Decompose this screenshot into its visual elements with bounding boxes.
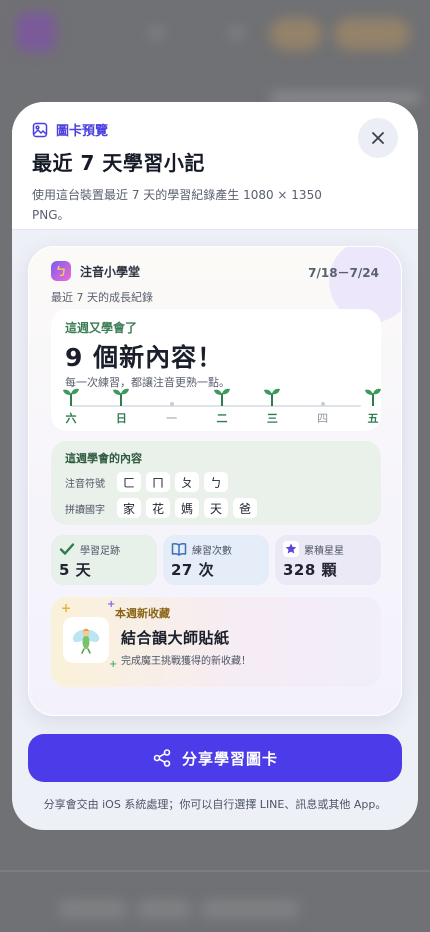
- modal-header: 圖卡預覽 最近 7 天學習小記 使用這台裝置最近 7 天的學習紀錄產生 1080…: [12, 102, 418, 230]
- share-card-button[interactable]: 分享學習圖卡: [28, 734, 402, 782]
- zhuyin-tile: ㄈ: [117, 472, 141, 492]
- background-tab: [136, 900, 192, 918]
- weekly-count: 9 個新內容！: [65, 343, 224, 372]
- date-range: 7/18－7/24: [308, 266, 379, 280]
- day-active: 五: [362, 387, 384, 426]
- star-icon: [283, 541, 299, 557]
- stat-value: 328 顆: [283, 561, 338, 579]
- hanzi-label: 拼讀國字: [65, 504, 105, 516]
- stat-total-stars: 累積星星 328 顆: [275, 535, 381, 585]
- day-active: 三: [261, 387, 283, 426]
- day-label: 四: [317, 412, 329, 425]
- check-icon: [59, 543, 75, 555]
- background-nav-icon: [230, 28, 244, 38]
- collection-description: 完成魔王挑戰獲得的新收藏！: [121, 656, 251, 667]
- hanzi-tile: 爸: [233, 498, 257, 518]
- zhuyin-tile: ㄆ: [175, 472, 199, 492]
- app-name: 注音小學堂: [80, 264, 141, 279]
- share-button-label: 分享學習圖卡: [181, 749, 278, 768]
- learned-content: 這週學會的內容 注音符號 ㄈ ㄇ ㄆ ㄅ 拼讀國字 家 花 媽 天 爸: [51, 441, 381, 525]
- share-card-modal: 圖卡預覽 最近 7 天學習小記 使用這台裝置最近 7 天的學習紀錄產生 1080…: [12, 102, 418, 830]
- day-active: 六: [60, 387, 82, 426]
- day-label: 五: [367, 412, 379, 425]
- fairy-sticker-icon: [72, 628, 100, 654]
- background-badge: [270, 18, 322, 50]
- day-inactive: 一: [161, 387, 183, 426]
- day-inactive: 四: [312, 387, 334, 426]
- background-divider: [0, 870, 430, 872]
- day-active: 二: [211, 387, 233, 426]
- day-label: 三: [266, 412, 278, 425]
- sparkle-icon: +: [61, 601, 72, 615]
- stat-label: 學習足跡: [80, 545, 120, 557]
- learned-title: 這週學會的內容: [65, 452, 142, 465]
- eyebrow-label: 圖卡預覽: [56, 124, 109, 139]
- background-tab: [58, 900, 128, 918]
- hanzi-row: 拼讀國字 家 花 媽 天 爸: [65, 498, 367, 518]
- share-footnote: 分享會交由 iOS 系統處理；你可以自行選擇 LINE、訊息或其他 App。: [43, 798, 387, 811]
- day-label: 一: [166, 412, 178, 425]
- zhuyin-tile: ㄇ: [146, 472, 170, 492]
- zhuyin-tile: ㄅ: [204, 472, 228, 492]
- book-icon: [171, 543, 187, 556]
- day-active: 日: [110, 387, 132, 426]
- stat-value: 27 次: [171, 561, 215, 579]
- collection-name: 結合韻大師貼紙: [121, 629, 230, 647]
- sparkle-icon: +: [109, 659, 118, 670]
- day-label: 二: [216, 412, 228, 425]
- share-card-preview: ㄅ 注音小學堂 7/18－7/24 最近 7 天的成長紀錄 這週又學會了 9 個…: [28, 246, 402, 716]
- sprout-icon: [211, 387, 233, 406]
- empty-day-dot: [312, 387, 334, 406]
- weekly-label: 這週又學會了: [65, 321, 138, 335]
- hanzi-tile: 花: [146, 498, 170, 518]
- hanzi-tile: 天: [204, 498, 228, 518]
- background-badge: [334, 18, 410, 50]
- modal-title: 最近 7 天學習小記: [32, 151, 205, 175]
- sprout-icon: [110, 387, 132, 406]
- day-label: 日: [115, 412, 127, 425]
- stats-row: 學習足跡 5 天 練習次數 27 次 累積星星 328 顆: [51, 535, 381, 585]
- weekly-summary: 這週又學會了 9 個新內容！ 每一次練習，都讓注音更熟一點。 六日一二三四五: [51, 309, 381, 431]
- background-nav-icon: [150, 28, 164, 38]
- stat-practice-count: 練習次數 27 次: [163, 535, 269, 585]
- day-timeline: 六日一二三四五: [63, 387, 381, 427]
- stat-label: 累積星星: [304, 545, 344, 557]
- hanzi-tile: 家: [117, 498, 141, 518]
- empty-day-dot: [161, 387, 183, 406]
- new-collection: + + + 本週新收藏 結合韻大師貼紙 完成魔王挑戰獲得的新收藏！: [51, 597, 381, 687]
- card-header: ㄅ 注音小學堂: [51, 261, 140, 281]
- modal-eyebrow: 圖卡預覽: [32, 120, 396, 139]
- close-icon: [372, 132, 384, 144]
- image-icon: [32, 122, 48, 137]
- stat-value: 5 天: [59, 561, 92, 579]
- share-icon: [153, 749, 171, 767]
- card-subtitle: 最近 7 天的成長紀錄: [51, 291, 153, 304]
- collection-label: 本週新收藏: [115, 607, 170, 620]
- modal-description: 使用這台裝置最近 7 天的學習紀錄產生 1080 × 1350 PNG。: [32, 188, 322, 222]
- app-logo-letter: ㄅ: [55, 265, 67, 278]
- background-tab: [200, 900, 300, 918]
- day-label: 六: [65, 412, 77, 425]
- zhuyin-row: 注音符號 ㄈ ㄇ ㄆ ㄅ: [65, 472, 367, 492]
- sticker-image: [63, 617, 109, 663]
- background-avatar: [16, 12, 56, 52]
- stat-learning-days: 學習足跡 5 天: [51, 535, 157, 585]
- stat-label: 練習次數: [192, 545, 232, 557]
- sprout-icon: [362, 387, 384, 406]
- sprout-icon: [261, 387, 283, 406]
- hanzi-tile: 媽: [175, 498, 199, 518]
- zhuyin-label: 注音符號: [65, 478, 105, 490]
- app-logo-icon: ㄅ: [51, 261, 71, 281]
- close-button[interactable]: [358, 118, 398, 158]
- sprout-icon: [60, 387, 82, 406]
